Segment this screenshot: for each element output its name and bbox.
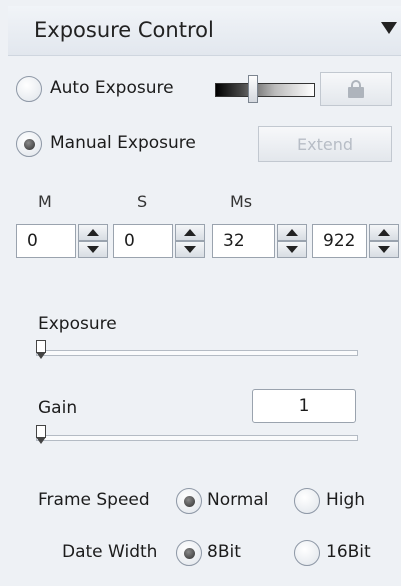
- minutes-up-button[interactable]: [78, 224, 108, 241]
- gain-value-input[interactable]: 1: [252, 389, 356, 423]
- seconds-input[interactable]: 0: [113, 224, 173, 258]
- data-width-label: Date Width: [62, 542, 158, 562]
- extend-button[interactable]: Extend: [258, 126, 392, 162]
- data-width-16bit-label: 16Bit: [326, 542, 371, 562]
- minutes-label: M: [38, 192, 52, 211]
- minutes-spinner[interactable]: 0: [16, 224, 108, 258]
- exposure-slider-thumb[interactable]: [36, 340, 46, 360]
- panel-title: Exposure Control: [34, 18, 214, 42]
- seconds-spinner[interactable]: 0: [113, 224, 205, 258]
- minutes-down-button[interactable]: [78, 241, 108, 258]
- microseconds-input[interactable]: 922: [312, 224, 367, 258]
- seconds-up-button[interactable]: [175, 224, 205, 241]
- milliseconds-input[interactable]: 32: [212, 224, 275, 258]
- arrow-down-icon: [87, 246, 99, 253]
- gain-slider-thumb[interactable]: [36, 425, 46, 445]
- lock-button[interactable]: [320, 72, 392, 106]
- milliseconds-down-button[interactable]: [277, 241, 307, 258]
- collapse-arrow-icon[interactable]: [381, 22, 397, 34]
- exposure-label: Exposure: [38, 314, 117, 334]
- frame-speed-label: Frame Speed: [38, 490, 150, 510]
- lock-icon: [348, 80, 364, 98]
- frame-speed-high-radio[interactable]: [294, 488, 320, 514]
- exposure-slider-track[interactable]: [36, 350, 358, 356]
- data-width-8bit-radio[interactable]: [176, 540, 202, 566]
- frame-speed-normal-radio[interactable]: [176, 488, 202, 514]
- manual-exposure-label: Manual Exposure: [50, 133, 196, 153]
- microseconds-down-button[interactable]: [369, 241, 399, 258]
- microseconds-spinner[interactable]: 922: [312, 224, 401, 258]
- manual-exposure-radio[interactable]: [16, 131, 42, 157]
- arrow-up-icon: [184, 229, 196, 236]
- arrow-down-icon: [378, 246, 390, 253]
- exposure-control-panel: Exposure Control Auto Exposure Manual Ex…: [0, 0, 401, 586]
- auto-exposure-label: Auto Exposure: [50, 78, 174, 98]
- arrow-down-icon: [286, 246, 298, 253]
- seconds-down-button[interactable]: [175, 241, 205, 258]
- minutes-input[interactable]: 0: [16, 224, 76, 258]
- auto-exposure-target-slider[interactable]: [215, 83, 315, 97]
- frame-speed-normal-label: Normal: [207, 490, 269, 510]
- milliseconds-spinner[interactable]: 32: [212, 224, 307, 258]
- microseconds-up-button[interactable]: [369, 224, 399, 241]
- milliseconds-up-button[interactable]: [277, 224, 307, 241]
- frame-speed-high-label: High: [326, 490, 366, 510]
- arrow-up-icon: [378, 229, 390, 236]
- extend-button-label: Extend: [297, 134, 353, 154]
- gain-label: Gain: [38, 398, 78, 418]
- data-width-16bit-radio[interactable]: [294, 540, 320, 566]
- gain-slider-track[interactable]: [36, 435, 358, 441]
- arrow-down-icon: [184, 246, 196, 253]
- auto-exposure-slider-thumb[interactable]: [248, 75, 258, 103]
- auto-exposure-radio[interactable]: [16, 76, 42, 102]
- arrow-up-icon: [286, 229, 298, 236]
- seconds-label: S: [137, 192, 148, 211]
- data-width-8bit-label: 8Bit: [207, 542, 241, 562]
- arrow-up-icon: [87, 229, 99, 236]
- panel-header[interactable]: Exposure Control: [8, 6, 401, 56]
- milliseconds-label: Ms: [230, 192, 253, 211]
